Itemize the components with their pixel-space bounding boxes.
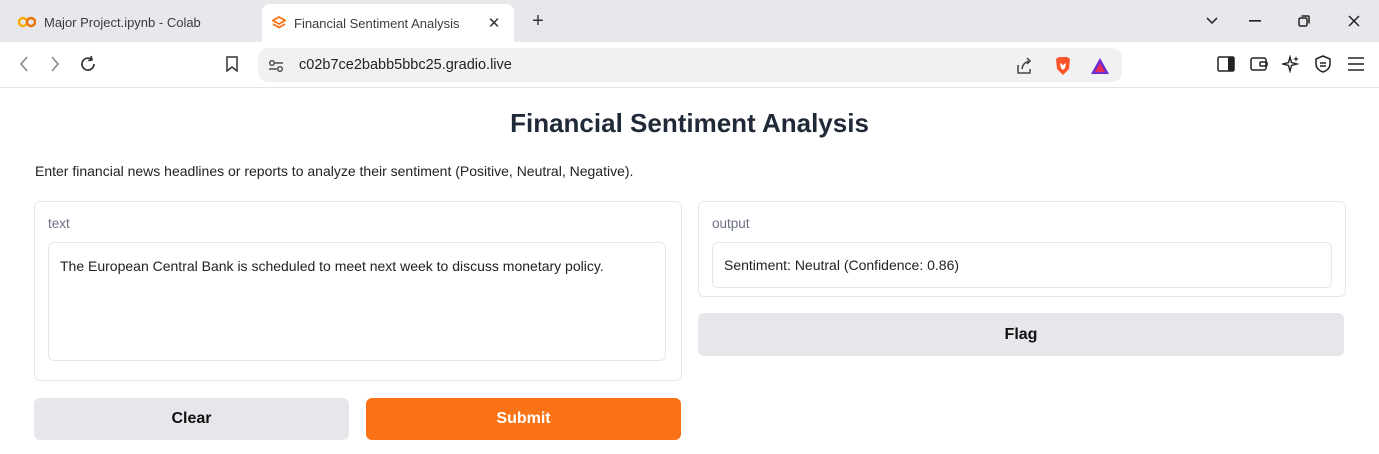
bookmark-icon[interactable] [220,52,244,76]
tab-search-chevron-icon[interactable] [1200,10,1224,32]
output-label: output [712,216,750,231]
browser-toolbar: c02b7ce2babb5bbc25.gradio.live [0,42,1379,88]
input-panel: text The European Central Bank is schedu… [34,201,682,381]
tab-financial-sentiment[interactable]: Financial Sentiment Analysis ✕ [262,4,514,42]
restore-icon[interactable] [1292,10,1316,32]
brave-shields-icon[interactable] [1053,56,1073,76]
page-title: Financial Sentiment Analysis [510,108,869,138]
tab-strip: Major Project.ipynb - Colab Financial Se… [0,0,1379,42]
back-icon[interactable] [12,52,36,76]
minimize-icon[interactable] [1243,10,1267,32]
new-tab-icon[interactable]: + [526,9,550,33]
leo-ai-icon[interactable] [1279,52,1303,76]
brave-rewards-icon[interactable] [1090,56,1110,76]
address-bar[interactable]: c02b7ce2babb5bbc25.gradio.live [258,48,1122,82]
page-description: Enter financial news headlines or report… [35,163,634,179]
share-icon[interactable] [1014,56,1034,76]
clear-button[interactable]: Clear [34,398,349,440]
output-panel: output Sentiment: Neutral (Confidence: 0… [698,201,1346,297]
text-input[interactable]: The European Central Bank is scheduled t… [48,242,666,361]
input-label: text [48,216,70,231]
url-text: c02b7ce2babb5bbc25.gradio.live [299,57,512,73]
sidebar-icon[interactable] [1214,52,1238,76]
text-input-value: The European Central Bank is scheduled t… [60,258,604,274]
colab-icon [18,16,36,28]
gradio-icon [272,16,286,30]
vpn-shield-icon[interactable] [1311,52,1335,76]
tab-title: Major Project.ipynb - Colab [44,14,201,30]
menu-icon[interactable] [1344,52,1368,76]
reload-icon[interactable] [76,52,100,76]
wallet-icon[interactable] [1247,52,1271,76]
tab-colab[interactable]: Major Project.ipynb - Colab [8,4,253,40]
close-tab-icon[interactable]: ✕ [484,13,504,33]
flag-button[interactable]: Flag [698,313,1344,356]
forward-icon[interactable] [43,52,67,76]
submit-button[interactable]: Submit [366,398,681,440]
output-value: Sentiment: Neutral (Confidence: 0.86) [724,257,960,273]
close-window-icon[interactable] [1342,10,1366,32]
tab-title: Financial Sentiment Analysis [294,15,460,31]
site-settings-icon[interactable] [266,56,286,76]
output-box: Sentiment: Neutral (Confidence: 0.86) [712,242,1332,288]
